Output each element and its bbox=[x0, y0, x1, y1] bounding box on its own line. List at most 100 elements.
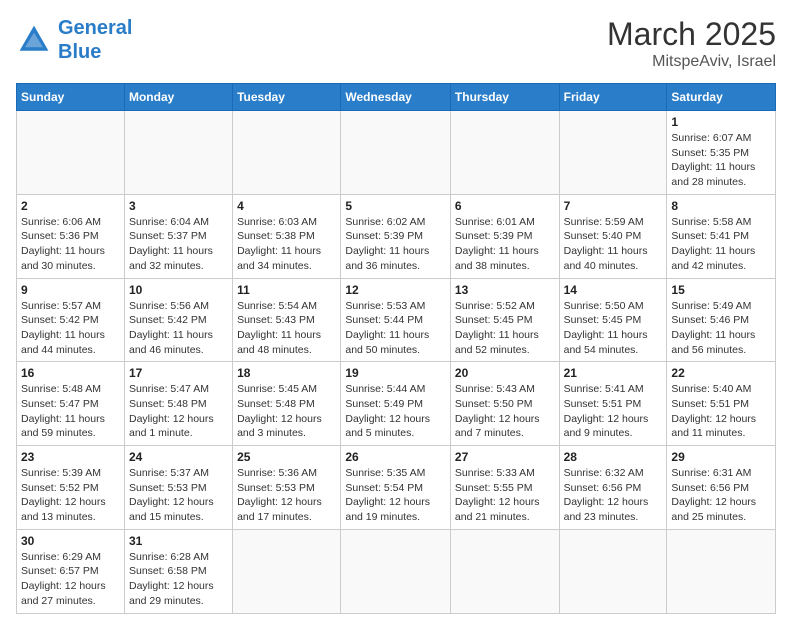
day-number: 20 bbox=[455, 366, 555, 380]
day-info: Sunrise: 6:01 AM Sunset: 5:39 PM Dayligh… bbox=[455, 215, 555, 274]
day-number: 10 bbox=[129, 283, 228, 297]
calendar-day-cell: 25Sunrise: 5:36 AM Sunset: 5:53 PM Dayli… bbox=[233, 446, 341, 530]
calendar-day-cell: 5 Sunrise: 6:02 AM Sunset: 5:39 PM Daylig… bbox=[341, 194, 451, 278]
calendar-day-cell: 8 Sunrise: 5:58 AM Sunset: 5:41 PM Daylig… bbox=[667, 194, 776, 278]
logo-text: General Blue bbox=[58, 16, 132, 64]
general-blue-logo-icon bbox=[16, 22, 52, 58]
day-info: Sunrise: 5:57 AM Sunset: 5:42 PM Dayligh… bbox=[21, 299, 120, 358]
calendar-day-cell: 2Sunrise: 6:06 AM Sunset: 5:36 PM Daylig… bbox=[17, 194, 125, 278]
day-number: 17 bbox=[129, 366, 228, 380]
calendar-day-cell: 20Sunrise: 5:43 AM Sunset: 5:50 PM Dayli… bbox=[450, 362, 559, 446]
day-info: Sunrise: 6:02 AM Sunset: 5:39 PM Dayligh… bbox=[345, 215, 446, 274]
day-info: Sunrise: 5:36 AM Sunset: 5:53 PM Dayligh… bbox=[237, 466, 336, 525]
calendar-day-cell: 24Sunrise: 5:37 AM Sunset: 5:53 PM Dayli… bbox=[124, 446, 232, 530]
day-number: 30 bbox=[21, 534, 120, 548]
day-number: 2 bbox=[21, 199, 120, 213]
calendar-day-cell: 6 Sunrise: 6:01 AM Sunset: 5:39 PM Daylig… bbox=[450, 194, 559, 278]
month-title: March 2025 bbox=[607, 16, 776, 53]
day-number: 6 bbox=[455, 199, 555, 213]
day-number: 23 bbox=[21, 450, 120, 464]
calendar-day-cell bbox=[559, 529, 667, 613]
day-number: 18 bbox=[237, 366, 336, 380]
day-info: Sunrise: 5:45 AM Sunset: 5:48 PM Dayligh… bbox=[237, 382, 336, 441]
weekday-header-monday: Monday bbox=[124, 84, 232, 111]
calendar-day-cell bbox=[341, 529, 451, 613]
calendar-day-cell: 27 Sunrise: 5:33 AM Sunset: 5:55 PM Dayli… bbox=[450, 446, 559, 530]
day-info: Sunrise: 5:35 AM Sunset: 5:54 PM Dayligh… bbox=[345, 466, 446, 525]
day-number: 28 bbox=[564, 450, 663, 464]
calendar-day-cell: 17 Sunrise: 5:47 AM Sunset: 5:48 PM Dayli… bbox=[124, 362, 232, 446]
day-info: Sunrise: 5:56 AM Sunset: 5:42 PM Dayligh… bbox=[129, 299, 228, 358]
calendar-day-cell: 3 Sunrise: 6:04 AM Sunset: 5:37 PM Daylig… bbox=[124, 194, 232, 278]
calendar-day-cell: 4Sunrise: 6:03 AM Sunset: 5:38 PM Daylig… bbox=[233, 194, 341, 278]
day-info: Sunrise: 5:40 AM Sunset: 5:51 PM Dayligh… bbox=[671, 382, 771, 441]
calendar-day-cell: 31 Sunrise: 6:28 AM Sunset: 6:58 PM Dayli… bbox=[124, 529, 232, 613]
calendar-day-cell: 28 Sunrise: 6:32 AM Sunset: 6:56 PM Dayli… bbox=[559, 446, 667, 530]
calendar-day-cell: 15Sunrise: 5:49 AM Sunset: 5:46 PM Dayli… bbox=[667, 278, 776, 362]
day-number: 29 bbox=[671, 450, 771, 464]
calendar-week-row: 16 Sunrise: 5:48 AM Sunset: 5:47 PM Dayli… bbox=[17, 362, 776, 446]
title-area: March 2025 MitspeAviv, Israel bbox=[607, 16, 776, 71]
weekday-header-friday: Friday bbox=[559, 84, 667, 111]
calendar-day-cell: 7 Sunrise: 5:59 AM Sunset: 5:40 PM Daylig… bbox=[559, 194, 667, 278]
calendar-day-cell: 13 Sunrise: 5:52 AM Sunset: 5:45 PM Dayli… bbox=[450, 278, 559, 362]
day-number: 19 bbox=[345, 366, 446, 380]
day-info: Sunrise: 5:59 AM Sunset: 5:40 PM Dayligh… bbox=[564, 215, 663, 274]
day-number: 5 bbox=[345, 199, 446, 213]
calendar-week-row: 23 Sunrise: 5:39 AM Sunset: 5:52 PM Dayli… bbox=[17, 446, 776, 530]
day-number: 22 bbox=[671, 366, 771, 380]
calendar-week-row: 30Sunrise: 6:29 AM Sunset: 6:57 PM Dayli… bbox=[17, 529, 776, 613]
calendar-day-cell: 16 Sunrise: 5:48 AM Sunset: 5:47 PM Dayli… bbox=[17, 362, 125, 446]
day-number: 1 bbox=[671, 115, 771, 129]
day-info: Sunrise: 5:54 AM Sunset: 5:43 PM Dayligh… bbox=[237, 299, 336, 358]
calendar-day-cell: 19Sunrise: 5:44 AM Sunset: 5:49 PM Dayli… bbox=[341, 362, 451, 446]
day-info: Sunrise: 5:39 AM Sunset: 5:52 PM Dayligh… bbox=[21, 466, 120, 525]
calendar-day-cell: 21Sunrise: 5:41 AM Sunset: 5:51 PM Dayli… bbox=[559, 362, 667, 446]
day-info: Sunrise: 5:50 AM Sunset: 5:45 PM Dayligh… bbox=[564, 299, 663, 358]
day-info: Sunrise: 6:31 AM Sunset: 6:56 PM Dayligh… bbox=[671, 466, 771, 525]
day-info: Sunrise: 5:58 AM Sunset: 5:41 PM Dayligh… bbox=[671, 215, 771, 274]
day-info: Sunrise: 6:32 AM Sunset: 6:56 PM Dayligh… bbox=[564, 466, 663, 525]
calendar-day-cell: 14 Sunrise: 5:50 AM Sunset: 5:45 PM Dayli… bbox=[559, 278, 667, 362]
day-info: Sunrise: 5:48 AM Sunset: 5:47 PM Dayligh… bbox=[21, 382, 120, 441]
calendar-day-cell bbox=[667, 529, 776, 613]
day-number: 12 bbox=[345, 283, 446, 297]
day-number: 3 bbox=[129, 199, 228, 213]
calendar-day-cell: 26 Sunrise: 5:35 AM Sunset: 5:54 PM Dayli… bbox=[341, 446, 451, 530]
logo-general: General bbox=[58, 17, 132, 39]
day-info: Sunrise: 5:37 AM Sunset: 5:53 PM Dayligh… bbox=[129, 466, 228, 525]
calendar-day-cell bbox=[559, 111, 667, 195]
calendar-day-cell bbox=[124, 111, 232, 195]
calendar-day-cell bbox=[450, 529, 559, 613]
day-number: 4 bbox=[237, 199, 336, 213]
day-info: Sunrise: 5:41 AM Sunset: 5:51 PM Dayligh… bbox=[564, 382, 663, 441]
day-number: 8 bbox=[671, 199, 771, 213]
day-number: 26 bbox=[345, 450, 446, 464]
day-info: Sunrise: 5:33 AM Sunset: 5:55 PM Dayligh… bbox=[455, 466, 555, 525]
page-header: General Blue March 2025 MitspeAviv, Isra… bbox=[16, 16, 776, 71]
logo-area: General Blue bbox=[16, 16, 132, 64]
day-number: 7 bbox=[564, 199, 663, 213]
logo-blue: Blue bbox=[58, 41, 101, 63]
calendar-day-cell: 1Sunrise: 6:07 AM Sunset: 5:35 PM Daylig… bbox=[667, 111, 776, 195]
calendar-day-cell bbox=[450, 111, 559, 195]
day-number: 11 bbox=[237, 283, 336, 297]
day-info: Sunrise: 6:28 AM Sunset: 6:58 PM Dayligh… bbox=[129, 550, 228, 609]
day-number: 16 bbox=[21, 366, 120, 380]
calendar-table: SundayMondayTuesdayWednesdayThursdayFrid… bbox=[16, 83, 776, 614]
day-info: Sunrise: 5:52 AM Sunset: 5:45 PM Dayligh… bbox=[455, 299, 555, 358]
calendar-day-cell bbox=[341, 111, 451, 195]
day-number: 14 bbox=[564, 283, 663, 297]
day-number: 31 bbox=[129, 534, 228, 548]
calendar-day-cell bbox=[17, 111, 125, 195]
day-info: Sunrise: 5:47 AM Sunset: 5:48 PM Dayligh… bbox=[129, 382, 228, 441]
day-info: Sunrise: 6:04 AM Sunset: 5:37 PM Dayligh… bbox=[129, 215, 228, 274]
weekday-header-saturday: Saturday bbox=[667, 84, 776, 111]
calendar-week-row: 1Sunrise: 6:07 AM Sunset: 5:35 PM Daylig… bbox=[17, 111, 776, 195]
day-number: 13 bbox=[455, 283, 555, 297]
calendar-day-cell: 23 Sunrise: 5:39 AM Sunset: 5:52 PM Dayli… bbox=[17, 446, 125, 530]
day-number: 27 bbox=[455, 450, 555, 464]
weekday-header-row: SundayMondayTuesdayWednesdayThursdayFrid… bbox=[17, 84, 776, 111]
calendar-day-cell: 29 Sunrise: 6:31 AM Sunset: 6:56 PM Dayli… bbox=[667, 446, 776, 530]
calendar-day-cell: 11 Sunrise: 5:54 AM Sunset: 5:43 PM Dayli… bbox=[233, 278, 341, 362]
